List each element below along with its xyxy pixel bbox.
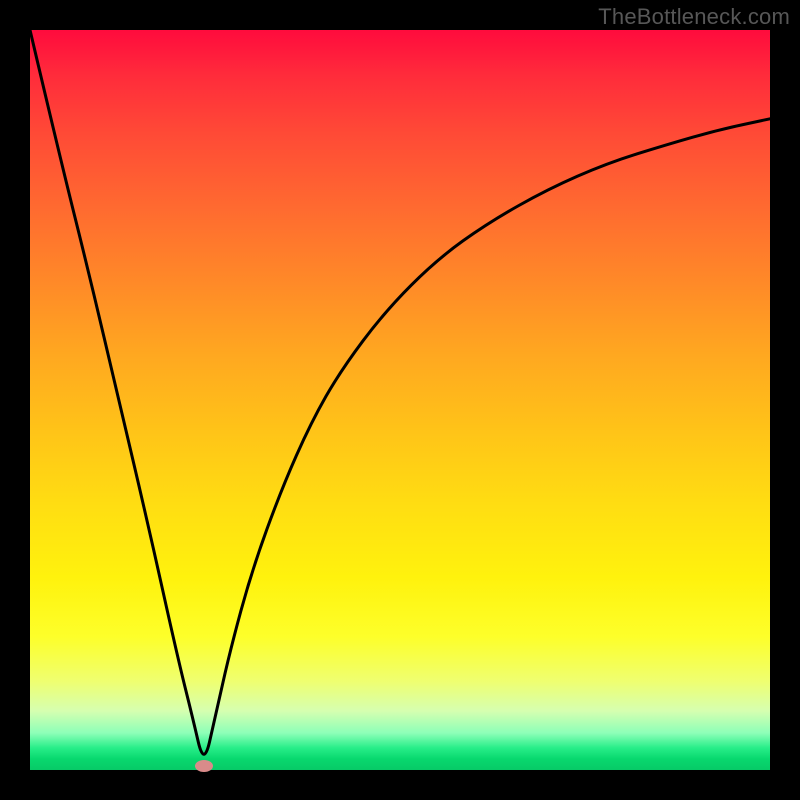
chart-frame: TheBottleneck.com (0, 0, 800, 800)
curve-svg (30, 30, 770, 770)
minimum-marker (195, 760, 213, 772)
plot-area (30, 30, 770, 770)
bottleneck-curve (30, 30, 770, 754)
watermark-text: TheBottleneck.com (598, 4, 790, 30)
